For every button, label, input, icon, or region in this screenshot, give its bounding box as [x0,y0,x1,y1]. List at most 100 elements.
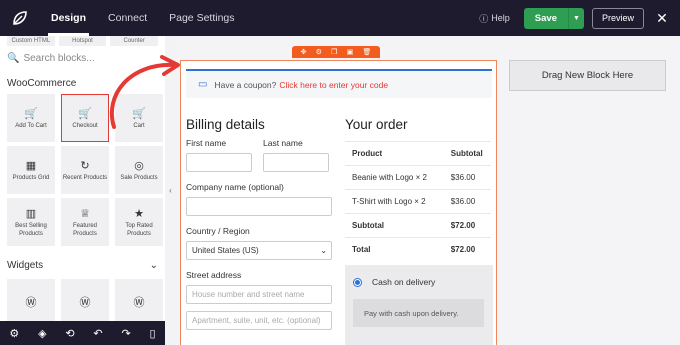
widgets-section-title[interactable]: Widgets ⌄ [7,260,158,271]
table-row: T-Shirt with Logo × 2 $36.00 [345,189,491,214]
block-products-grid[interactable]: ▦ Products Grid [7,146,55,194]
undo-icon[interactable]: ↶ [93,327,102,340]
subtotal-label: Subtotal [345,213,445,238]
search-placeholder: Search blocks... [23,52,95,64]
block-sale-products[interactable]: ◎ Sale Products [115,146,163,194]
bar-chart-icon: ▥ [25,207,37,220]
product-cell: T-Shirt with Logo × 2 [345,189,445,214]
block-featured-products[interactable]: ♕ Featured Products [61,198,109,246]
block-toolbar: ✥ ⚙ ❐ ▣ 🗑 [292,46,380,58]
widgets-title: Widgets [7,260,44,271]
redo-icon[interactable]: ↷ [121,327,130,340]
wordpress-icon: Ⓦ [25,296,37,309]
block-hotspot[interactable]: Hotspot [58,36,107,46]
your-order: Your order Product Subtotal Beanie with … [345,117,491,262]
cash-on-delivery-radio[interactable] [354,279,361,286]
subtotal-row: Subtotal $72.00 [345,213,491,238]
widget-block[interactable]: Ⓦ [115,279,163,321]
order-title: Your order [345,117,408,132]
main-tabs: Design Connect Page Settings [40,0,246,36]
payment-option-label[interactable]: Cash on delivery [372,277,435,287]
search-icon: 🔍 [7,52,20,64]
payment-description: Pay with cash upon delivery. [353,299,484,327]
billing-title: Billing details [186,117,265,132]
tab-page-settings[interactable]: Page Settings [158,0,245,36]
settings-gear-icon[interactable]: ⚙ [9,327,19,340]
wordpress-icon: Ⓦ [79,296,91,309]
block-label: Recent Products [62,174,108,181]
checkout-block[interactable]: ▭ Have a coupon? Click here to enter you… [180,60,497,345]
subtotal-cell: $36.00 [444,165,491,190]
subtotal-cell: $36.00 [444,189,491,214]
total-row: Total $72.00 [345,237,491,262]
street-address-field[interactable]: House number and street name [186,285,332,304]
help-link[interactable]: ⓘ Help [479,12,510,25]
preview-button[interactable]: Preview [591,7,644,29]
history-icon[interactable]: ⟲ [65,327,74,340]
drag-new-block-dropzone[interactable]: Drag New Block Here [509,60,666,91]
product-cell: Beanie with Logo × 2 [345,165,445,190]
block-label: Best Selling Products [15,222,47,237]
window-icon: ▭ [198,79,208,90]
duplicate-icon[interactable]: ❐ [331,48,337,56]
block-add-to-cart[interactable]: 🛒 Add To Cart [7,94,55,142]
save-block-icon[interactable]: ▣ [347,48,354,56]
top-bar-actions: ⓘ Help Save ▼ Preview ✕ [479,7,680,29]
grid-icon: ▦ [25,159,37,172]
coupon-notice: ▭ Have a coupon? Click here to enter you… [186,69,492,98]
country-select[interactable]: United States (US) ⌄ [186,241,332,260]
chevron-down-icon: ⌄ [149,260,158,271]
move-icon[interactable]: ✥ [301,48,307,56]
block-label: Sale Products [120,174,158,181]
block-best-selling-products[interactable]: ▥ Best Selling Products [7,198,55,246]
settings-icon[interactable]: ⚙ [316,48,322,56]
block-label: Add To Cart [15,122,47,129]
billing-details: Billing details First name Last name Com… [186,117,332,330]
close-icon[interactable]: ✕ [652,10,672,27]
layers-icon[interactable]: ◈ [38,327,46,340]
street-placeholder: House number and street name [192,290,305,299]
help-label: Help [491,13,510,23]
table-header-row: Product Subtotal [345,141,491,166]
refresh-icon: ↻ [80,159,90,172]
block-custom-html[interactable]: Custom HTML [7,36,55,46]
coupon-link[interactable]: Click here to enter your code [279,80,388,90]
payment-methods: Cash on delivery Pay with cash upon deli… [345,265,493,345]
street-address-2-field[interactable]: Apartment, suite, unit, etc. (optional) [186,311,332,330]
order-table: Product Subtotal Beanie with Logo × 2 $3… [345,141,491,262]
woocommerce-title: WooCommerce [7,78,77,89]
delete-icon[interactable]: 🗑 [362,48,371,56]
company-label: Company name (optional) [186,182,284,192]
mobile-preview-icon[interactable]: ▯ [149,327,155,340]
block-label: Top Rated Products [125,222,153,237]
street2-placeholder: Apartment, suite, unit, etc. (optional) [192,316,321,325]
last-name-label: Last name [263,138,303,148]
trophy-icon: ♕ [80,207,90,220]
widget-block[interactable]: Ⓦ [7,279,55,321]
block-top-rated-products[interactable]: ★ Top Rated Products [115,198,163,246]
subtotal-value: $72.00 [444,213,491,238]
tab-connect[interactable]: Connect [97,0,158,36]
subtotal-header: Subtotal [444,141,491,166]
block-counter[interactable]: Counter [110,36,159,46]
first-name-field[interactable] [186,153,252,172]
save-button[interactable]: Save [524,8,568,29]
save-options-chevron-down-icon[interactable]: ▼ [567,7,584,29]
block-label: Checkout [72,122,98,129]
chevron-left-icon: ‹ [169,186,172,195]
sale-icon: ◎ [134,159,144,172]
widgets-blocks-grid: Ⓦ Ⓦ Ⓦ [0,279,165,321]
block-label: Products Grid [12,174,50,181]
block-recent-products[interactable]: ↻ Recent Products [61,146,109,194]
first-name-label: First name [186,138,227,148]
help-icon: ⓘ [479,13,489,24]
tab-design[interactable]: Design [40,0,97,36]
country-value: United States (US) [192,246,259,255]
save-button-group: Save ▼ [523,7,584,29]
company-field[interactable] [186,197,332,216]
widget-block[interactable]: Ⓦ [61,279,109,321]
total-value: $72.00 [444,237,491,262]
last-name-field[interactable] [263,153,329,172]
seedprod-logo-icon[interactable] [0,0,40,36]
sidebar-bottom-toolbar: ⚙ ◈ ⟲ ↶ ↷ ▯ [0,321,165,345]
